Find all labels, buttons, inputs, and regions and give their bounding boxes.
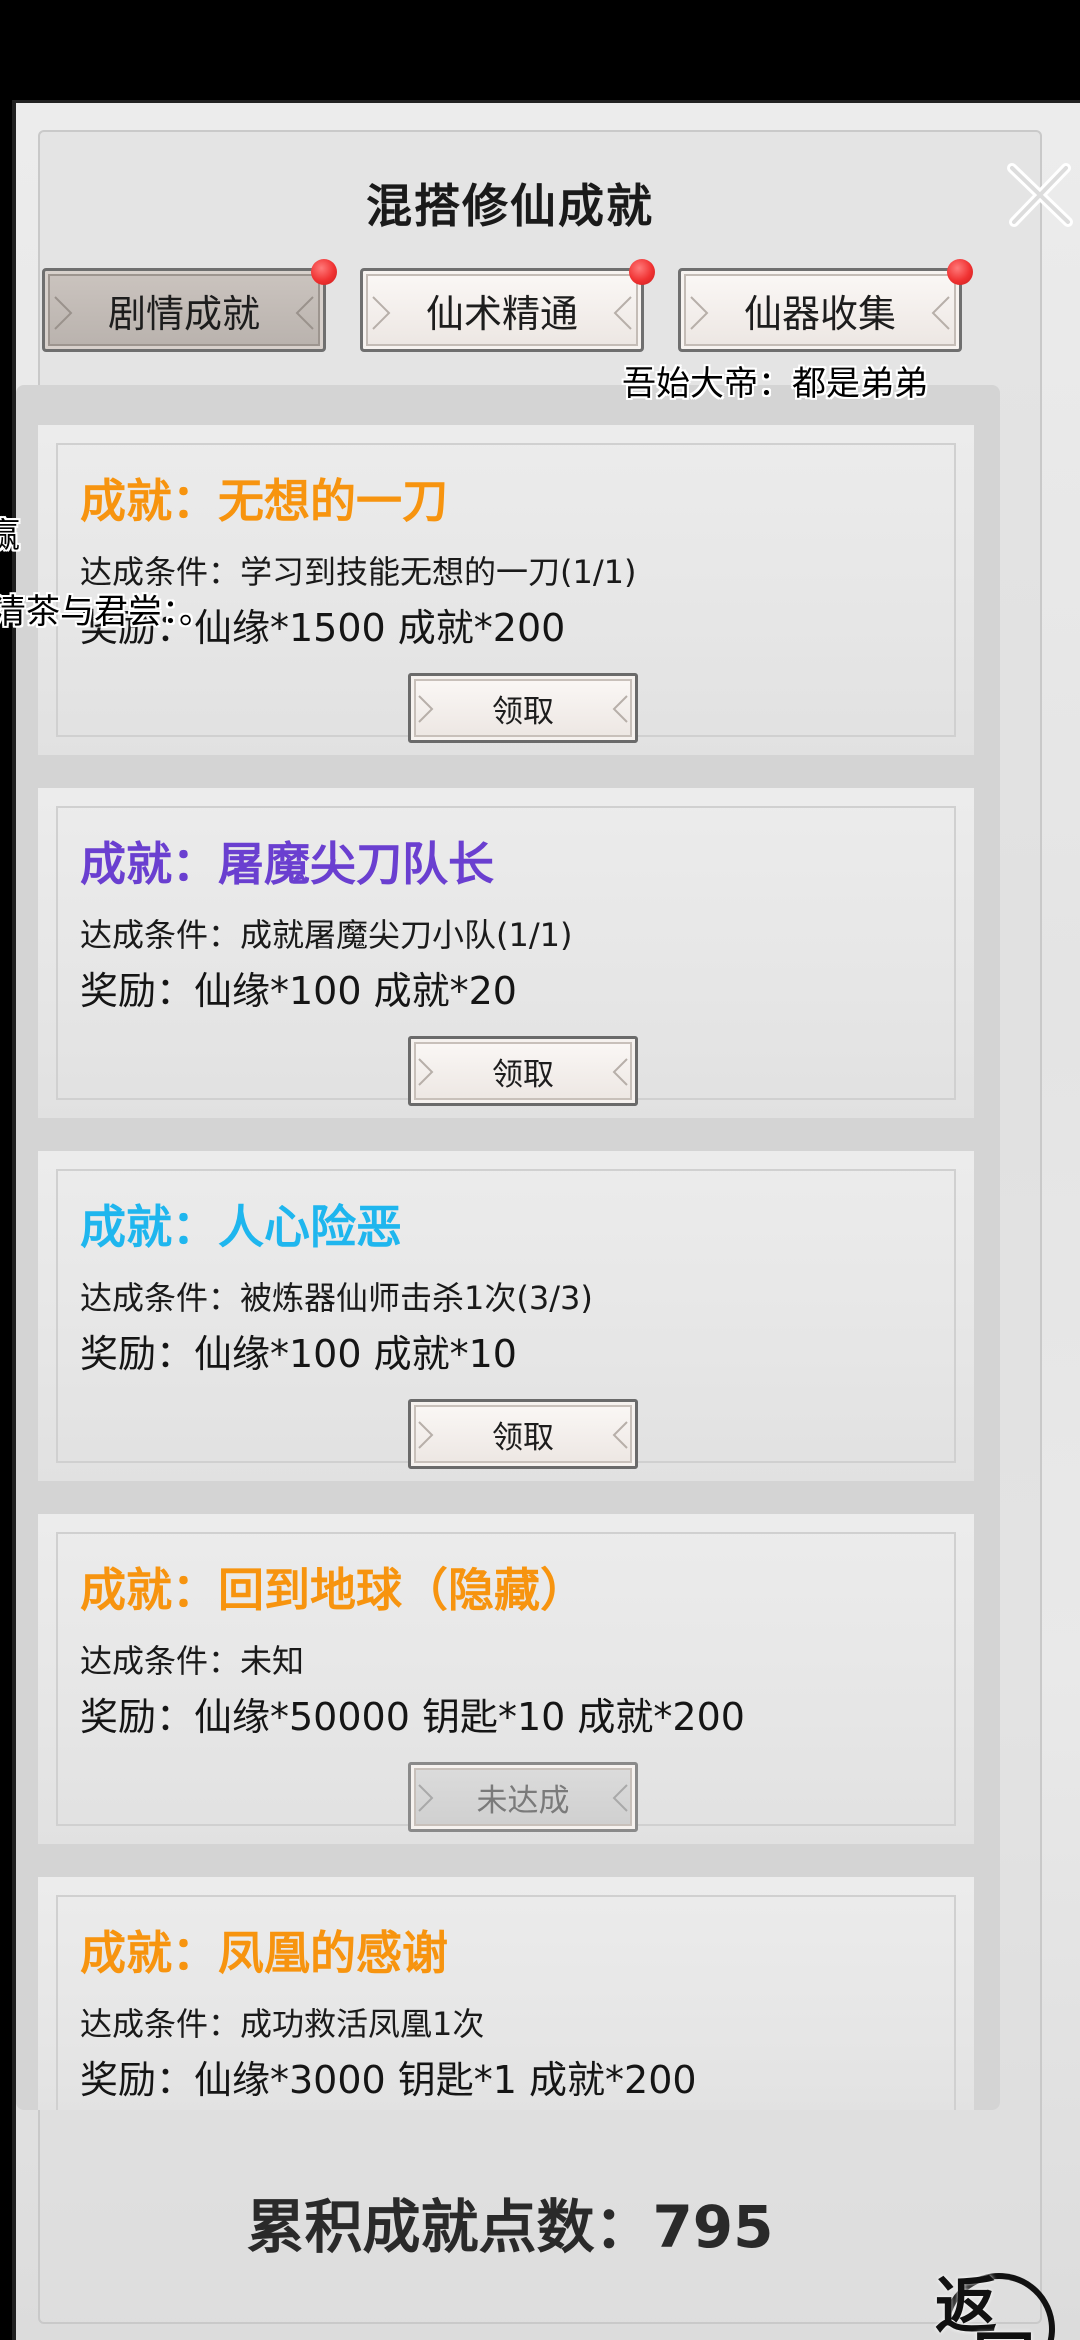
screen: 混搭修仙成就 剧情成就 仙术精通 仙器收集 成就：无想的一刀 达成条件：学习到技… bbox=[0, 0, 1080, 2340]
achievement-condition: 达成条件：未知 bbox=[80, 1642, 305, 1680]
tab-label: 仙术精通 bbox=[425, 291, 578, 336]
ornament-right-icon bbox=[613, 296, 632, 330]
achievement-card: 成就：回到地球（隐藏） 达成条件：未知 奖励：仙缘*50000 钥匙*10 成就… bbox=[38, 1514, 974, 1844]
achievement-reward: 奖励：仙缘*50000 钥匙*10 成就*200 bbox=[80, 1695, 745, 1739]
tab-artifacts[interactable]: 仙器收集 bbox=[678, 259, 973, 352]
claim-button[interactable]: 领取 bbox=[408, 673, 638, 743]
ornament-left-icon bbox=[418, 1784, 434, 1812]
claim-button-label: 领取 bbox=[492, 693, 554, 730]
claim-button-label: 领取 bbox=[492, 1056, 554, 1093]
claim-button-label: 领取 bbox=[492, 1419, 554, 1456]
achievement-card: 成就：屠魔尖刀队长 达成条件：成就屠魔尖刀小队(1/1) 奖励：仙缘*100 成… bbox=[38, 788, 974, 1118]
barrage-comment: 清茶与君尝：。 bbox=[0, 592, 213, 632]
claim-button-label: 未达成 bbox=[476, 1782, 570, 1819]
ornament-left-icon bbox=[418, 1058, 434, 1086]
achievement-condition: 达成条件：成就屠魔尖刀小队(1/1) bbox=[80, 916, 573, 954]
ornament-left-icon bbox=[418, 1421, 434, 1449]
status-bar bbox=[0, 0, 1080, 98]
achievement-reward: 奖励：仙缘*3000 钥匙*1 成就*200 bbox=[80, 2058, 697, 2102]
achievement-list[interactable]: 成就：无想的一刀 达成条件：学习到技能无想的一刀(1/1) 奖励：仙缘*1500… bbox=[16, 385, 1000, 2110]
not-achieved-button[interactable]: 未达成 bbox=[408, 1762, 638, 1832]
ornament-left-icon bbox=[372, 296, 391, 330]
tab-spells[interactable]: 仙术精通 bbox=[360, 259, 655, 352]
total-achievement-points: 累积成就点数：795 bbox=[246, 2193, 774, 2261]
achievement-card: 成就：人心险恶 达成条件：被炼器仙师击杀1次(3/3) 奖励：仙缘*100 成就… bbox=[38, 1151, 974, 1481]
back-button[interactable]: 返 回 bbox=[922, 2252, 1076, 2340]
tab-story[interactable]: 剧情成就 bbox=[42, 259, 337, 352]
ornament-right-icon bbox=[612, 695, 628, 723]
ornament-left-icon bbox=[418, 695, 434, 723]
achievement-title: 成就：屠魔尖刀队长 bbox=[80, 837, 494, 891]
ornament-right-icon bbox=[295, 296, 314, 330]
achievement-title: 成就：回到地球（隐藏） bbox=[80, 1563, 586, 1617]
achievement-title: 成就：凤凰的感谢 bbox=[80, 1926, 448, 1980]
notification-dot bbox=[311, 259, 337, 285]
claim-button[interactable]: 领取 bbox=[408, 1399, 638, 1469]
achievement-condition: 达成条件：成功救活凤凰1次 bbox=[80, 2005, 485, 2043]
tab-label: 剧情成就 bbox=[107, 291, 260, 336]
ornament-right-icon bbox=[612, 1058, 628, 1086]
page-title: 混搭修仙成就 bbox=[366, 179, 654, 233]
close-icon[interactable] bbox=[1000, 160, 1080, 230]
achievement-card: 成就：凤凰的感谢 达成条件：成功救活凤凰1次 奖励：仙缘*3000 钥匙*1 成… bbox=[38, 1877, 974, 2110]
claim-button[interactable]: 领取 bbox=[408, 1036, 638, 1106]
achievement-title: 成就：无想的一刀 bbox=[80, 474, 448, 528]
ornament-right-icon bbox=[612, 1784, 628, 1812]
achievement-reward: 奖励：仙缘*100 成就*10 bbox=[80, 1332, 517, 1376]
barrage-comment: 吾始大帝：都是弟弟 bbox=[622, 364, 928, 404]
tab-label: 仙器收集 bbox=[743, 291, 896, 336]
ornament-right-icon bbox=[612, 1421, 628, 1449]
achievement-title: 成就：人心险恶 bbox=[80, 1200, 402, 1254]
ornament-right-icon bbox=[931, 296, 950, 330]
notification-dot bbox=[947, 259, 973, 285]
notification-dot bbox=[629, 259, 655, 285]
achievement-condition: 达成条件：被炼器仙师击杀1次(3/3) bbox=[80, 1279, 593, 1317]
ornament-left-icon bbox=[690, 296, 709, 330]
ornament-left-icon bbox=[54, 296, 73, 330]
back-label-2: 回 bbox=[973, 2311, 1035, 2340]
achievement-reward: 奖励：仙缘*100 成就*20 bbox=[80, 969, 517, 1013]
barrage-comment: 赢 bbox=[0, 516, 20, 556]
